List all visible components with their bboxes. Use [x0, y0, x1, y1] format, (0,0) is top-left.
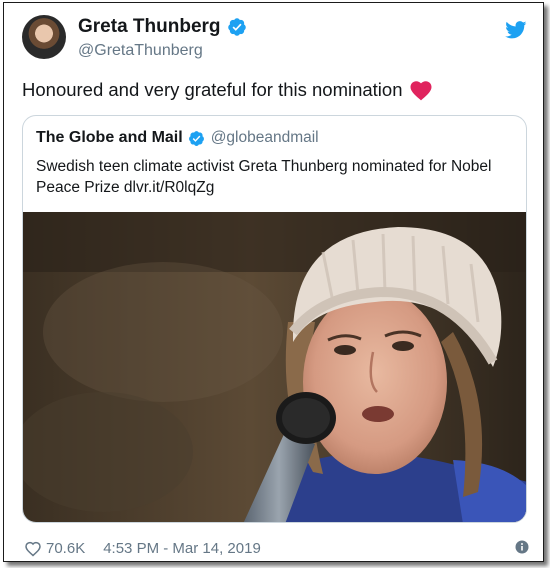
heart-outline-icon[interactable]	[24, 540, 42, 557]
avatar[interactable]	[22, 15, 66, 59]
tweet-footer: 70.6K 4:53 PM - Mar 14, 2019	[24, 537, 529, 559]
author-display-name[interactable]: Greta Thunberg	[78, 16, 221, 38]
verified-badge-icon	[188, 130, 204, 146]
quoted-tweet-photo[interactable]	[23, 212, 527, 523]
tweet-text: Honoured and very grateful for this nomi…	[22, 79, 433, 101]
quoted-author-row: The Globe and Mail @globeandmail	[36, 129, 319, 147]
author-handle[interactable]: @GretaThunberg	[78, 42, 203, 60]
tweet-header: Greta Thunberg @GretaThunberg	[22, 15, 527, 65]
tweet-body: Honoured and very grateful for this nomi…	[22, 79, 403, 100]
quoted-tweet-text: Swedish teen climate activist Greta Thun…	[36, 158, 492, 196]
verified-badge-icon	[227, 18, 246, 36]
like-count[interactable]: 70.6K	[46, 540, 85, 557]
twitter-bird-icon[interactable]	[505, 21, 527, 39]
embedded-tweet-card: Greta Thunberg @GretaThunberg Honoured a…	[3, 2, 544, 562]
info-icon[interactable]	[515, 540, 529, 554]
author-name-row: Greta Thunberg	[78, 16, 247, 38]
quoted-handle[interactable]: @globeandmail	[211, 129, 319, 147]
quoted-display-name[interactable]: The Globe and Mail	[36, 129, 183, 147]
red-heart-emoji-icon	[410, 81, 431, 101]
quoted-tweet[interactable]: The Globe and Mail @globeandmail Swedish…	[22, 115, 527, 523]
tweet-timestamp[interactable]: 4:53 PM - Mar 14, 2019	[103, 540, 261, 557]
